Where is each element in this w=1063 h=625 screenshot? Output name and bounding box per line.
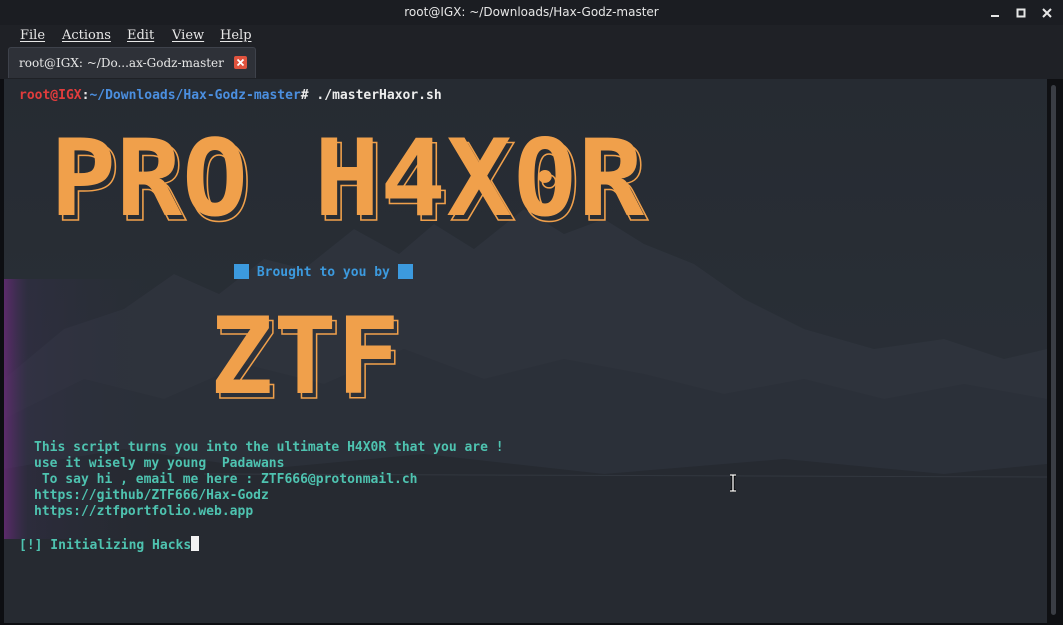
brought-by-text: Brought to you by [249,265,398,280]
menu-edit[interactable]: Edit [127,28,154,43]
tab-label: root@IGX: ~/Do...ax-Godz-master [19,56,224,70]
brought-by-line: Brought to you by [234,264,413,281]
close-icon[interactable] [1039,5,1055,21]
banner-author: ZTF [210,307,400,407]
terminal-scrollbar[interactable] [1047,79,1063,625]
prompt-line: root@IGX:~/Downloads/Hax-Godz-master# ./… [19,88,442,104]
prompt-path: ~/Downloads/Hax-Godz-master [89,88,301,103]
terminal-view[interactable]: root@IGX:~/Downloads/Hax-Godz-master# ./… [4,79,1047,623]
window-controls [987,5,1055,21]
blue-square-icon [234,264,249,279]
menu-actions[interactable]: Actions [62,28,111,43]
window-titlebar: root@IGX: ~/Downloads/Hax-Godz-master [0,0,1063,25]
maximize-icon[interactable] [1013,5,1029,21]
info-line: use it wisely my young Padawans [34,456,285,471]
info-line: https://github/ZTF666/Hax-Godz [34,488,269,503]
info-line: https://ztfportfolio.web.app [34,504,254,519]
command-text: ./masterHaxor.sh [308,88,442,103]
menu-view[interactable]: View [172,28,204,43]
info-line: To say hi , email me here : ZTF666@proto… [34,472,418,487]
info-line: This script turns you into the ultimate … [34,440,504,455]
window-title: root@IGX: ~/Downloads/Hax-Godz-master [404,5,659,19]
menu-bar: File Actions Edit View Help [0,25,1063,46]
prompt-user: root@IGX [19,88,82,103]
tab-strip: root@IGX: ~/Do...ax-Godz-master [0,46,1063,79]
status-text: [!] Initializing Hacks [19,538,192,553]
prompt-symbol: # [300,88,309,103]
close-icon[interactable] [234,56,247,69]
minimize-icon[interactable] [987,5,1003,21]
banner-title-art: PRO H4X0R PRO H4X0R [50,129,649,229]
terminal-tab[interactable]: root@IGX: ~/Do...ax-Godz-master [8,47,256,78]
terminal-cursor [191,536,200,551]
status-line: [!] Initializing Hacks [19,536,200,554]
banner-title: PRO H4X0R [50,129,644,229]
blue-square-icon [397,264,413,279]
scrollbar-thumb[interactable] [1051,85,1056,615]
menu-help[interactable]: Help [220,28,252,43]
menu-file[interactable]: File [20,28,45,43]
ibeam-cursor-icon [730,474,736,492]
banner-author-art: ZTF ZTF [210,307,405,407]
